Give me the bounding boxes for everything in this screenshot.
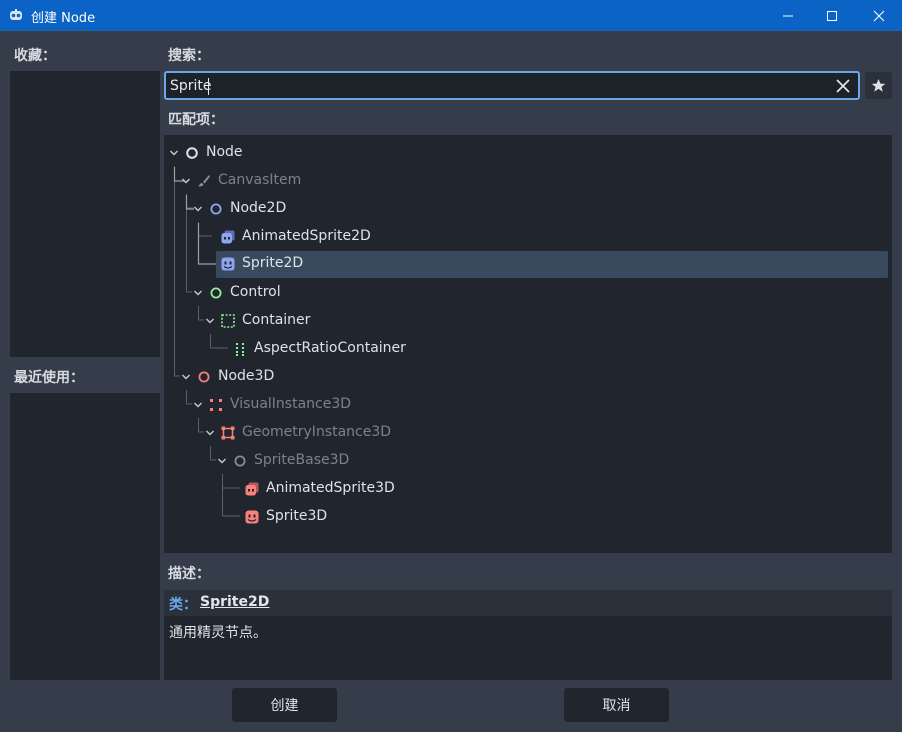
tree-item-label: Node [206,144,243,160]
maximize-button[interactable] [809,0,855,31]
tree-item-label: Sprite2D [242,255,304,271]
tree-item-label: Control [230,284,281,300]
tree-item-animated-sprite-3d[interactable]: AnimatedSprite3D [164,475,892,502]
tree-item-label: AspectRatioContainer [254,340,406,356]
tree-item-aspect-ratio-container[interactable]: AspectRatioContainer [164,335,892,362]
close-icon [873,10,885,21]
tree-item-sprite-3d[interactable]: Sprite3D [164,503,892,530]
chevron-down-icon[interactable] [169,149,179,157]
matches-label: 匹配项： [168,112,224,128]
tree-item-label: AnimatedSprite3D [266,480,395,496]
search-input[interactable] [170,76,830,96]
tree-item-label: CanvasItem [218,172,302,188]
canvasitem-icon [198,175,210,187]
close-button[interactable] [856,0,902,31]
control-icon [210,287,222,299]
chevron-down-icon[interactable] [193,205,203,213]
sprite-3d-icon [245,510,259,524]
minimize-icon [783,15,793,16]
clear-search-icon[interactable] [834,77,852,95]
chevron-down-icon[interactable] [193,289,203,297]
star-icon [871,78,886,92]
description-body: 通用精灵节点。 [164,616,892,680]
node2d-icon [210,203,222,215]
matches-tree[interactable]: Node CanvasItem Node2D AnimatedSprite2D … [164,135,892,553]
tree-item-control[interactable]: Control [164,279,892,306]
tree-item-node3d[interactable]: Node3D [164,363,892,390]
tree-item-label: Container [242,312,311,328]
favorites-label: 收藏： [14,48,56,64]
node3d-icon [198,371,210,383]
cancel-button[interactable]: 取消 [564,688,669,722]
description-header: 类： Sprite2D [164,590,892,616]
tree-item-sprite-2d[interactable]: Sprite2D [164,250,892,278]
chevron-down-icon[interactable] [205,317,215,325]
tree-item-visual-instance-3d[interactable]: VisualInstance3D [164,391,892,418]
tree-item-label: SpriteBase3D [254,452,350,468]
description-label: 描述： [168,566,210,582]
aspect-ratio-container-icon [236,343,244,356]
selection-highlight [216,251,888,278]
tree-item-label: Node2D [230,200,287,216]
tree-item-label: Sprite3D [266,508,328,524]
chevron-down-icon[interactable] [217,457,227,465]
window-title: 创建 Node [31,11,96,26]
title-bar: 创建 Node [0,0,902,31]
tree-item-node2d[interactable]: Node2D [164,195,892,222]
visual-instance-3d-icon [210,399,222,411]
tree-item-label: VisualInstance3D [230,396,352,412]
tree-item-canvasitem[interactable]: CanvasItem [164,167,892,194]
chevron-down-icon[interactable] [205,429,215,437]
chevron-down-icon[interactable] [193,401,203,409]
chevron-down-icon[interactable] [181,177,191,185]
recent-label: 最近使用： [14,370,84,386]
tree-item-label: Node3D [218,368,275,384]
tree-item-animated-sprite-2d[interactable]: AnimatedSprite2D [164,223,892,250]
node-icon [186,147,198,159]
tree-item-label: GeometryInstance3D [242,424,392,440]
tree-item-geometry-instance-3d[interactable]: GeometryInstance3D [164,419,892,446]
favorite-button[interactable] [865,72,892,99]
minimize-button[interactable] [765,0,811,31]
sprite-2d-icon [221,257,235,271]
animated-sprite-3d-icon [245,482,259,496]
chevron-down-icon[interactable] [181,373,191,381]
favorites-list[interactable] [10,71,160,357]
tree-item-label: AnimatedSprite2D [242,228,371,244]
class-key-label: 类： [169,597,197,613]
tree-item-container[interactable]: Container [164,307,892,334]
search-label: 搜索： [168,48,210,64]
create-button[interactable]: 创建 [232,688,337,722]
maximize-icon [827,10,837,21]
geometry-instance-3d-icon [221,426,235,440]
tree-item-sprite-base-3d[interactable]: SpriteBase3D [164,447,892,474]
tree-item-node[interactable]: Node [164,139,892,166]
class-name-link[interactable]: Sprite2D [200,594,269,610]
container-icon [221,314,235,328]
animated-sprite-2d-icon [221,230,235,244]
text-caret [208,78,209,95]
recent-list[interactable] [10,393,160,680]
description-text: 通用精灵节点。 [169,625,267,641]
godot-logo-icon [10,9,22,20]
search-box[interactable] [164,71,860,100]
sprite-base-3d-icon [234,455,246,467]
